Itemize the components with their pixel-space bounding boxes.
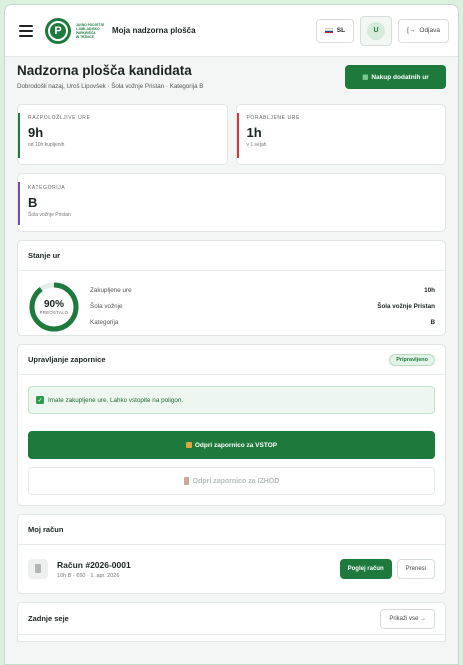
top-bar: P JAVNO PODJETJE LJUBLJANSKO PARKIRIŠČA … bbox=[5, 5, 458, 57]
door-icon bbox=[183, 477, 189, 485]
logo-mark: P bbox=[45, 17, 71, 44]
avatar: U bbox=[367, 21, 386, 40]
logo[interactable]: P JAVNO PODJETJE LJUBLJANSKO PARKIRIŠČA … bbox=[45, 17, 106, 44]
stat-used-hours: PORABLJENE URE 1h v 1 sejah bbox=[235, 104, 446, 165]
logout-icon: [→ bbox=[407, 27, 416, 34]
language-button[interactable]: SL bbox=[315, 18, 355, 43]
cart-icon: ▦ bbox=[362, 74, 369, 81]
view-invoice-button[interactable]: Poglej račun bbox=[339, 559, 392, 579]
gate-control-card: Upravljanje zapornice Pripravljeno ✓ Ima… bbox=[17, 344, 446, 506]
open-gate-exit-button[interactable]: Odpri zapornico za IZHOD bbox=[28, 467, 435, 495]
lock-icon bbox=[185, 442, 192, 448]
section-title: Stanje ur bbox=[18, 241, 445, 271]
stat-available-hours: RAZPOLOŽLJIVE URE 9h od 10h kupljenih bbox=[17, 104, 228, 165]
flag-icon bbox=[324, 28, 333, 33]
open-gate-enter-button[interactable]: Odpri zapornico za VSTOP bbox=[28, 431, 435, 459]
page-subtitle: Dobrodošli nazaj, Uroš Lipovšek · Šola v… bbox=[17, 83, 204, 90]
section-title: Zadnje seje bbox=[28, 614, 69, 623]
invoice-title: Račun #2026-0001 bbox=[57, 559, 131, 570]
invoice-meta: 10h B · €60 · 1. apr. 2026 bbox=[57, 572, 120, 579]
progress-ring: 90% PREOSTALO bbox=[28, 281, 80, 333]
recent-sessions-card: Zadnje seje Prikaži vse → bbox=[17, 602, 446, 642]
document-icon bbox=[28, 559, 48, 579]
user-menu-button[interactable]: U bbox=[360, 15, 393, 46]
app-window: P JAVNO PODJETJE LJUBLJANSKO PARKIRIŠČA … bbox=[4, 4, 459, 665]
app-title: Moja nadzorna plošča bbox=[112, 26, 196, 35]
hours-details: Zakupljene ure 10h Šola vožnje Šola vožnje… bbox=[90, 286, 435, 326]
logo-text: JAVNO PODJETJE LJUBLJANSKO PARKIRIŠČA IN… bbox=[76, 22, 105, 39]
hours-status-card: Stanje ur 90% PREOSTALO Zakupljene ure 10… bbox=[17, 240, 446, 336]
page-title: Nadzorna plošča kandidata bbox=[17, 63, 192, 78]
status-badge: Pripravljeno bbox=[389, 353, 435, 366]
menu-icon[interactable] bbox=[19, 24, 33, 37]
logout-button[interactable]: [→ Odjava bbox=[398, 18, 449, 43]
section-title: Upravljanje zapornice bbox=[28, 355, 106, 364]
buy-hours-button[interactable]: ▦ Nakup dodatnih ur bbox=[345, 65, 446, 89]
section-title: Moj račun bbox=[18, 515, 445, 545]
account-card: Moj račun Račun #2026-0001 10h B · €60 ·… bbox=[17, 514, 446, 594]
check-icon: ✓ bbox=[36, 396, 44, 404]
info-alert: ✓ Imate zakupljene ure. Lahko vstopite n… bbox=[28, 386, 435, 414]
stat-category: KATEGORIJA B Šola vožnje Pristan bbox=[17, 173, 446, 232]
show-all-button[interactable]: Prikaži vse → bbox=[380, 608, 435, 629]
download-invoice-button[interactable]: Prenesi bbox=[396, 559, 435, 579]
